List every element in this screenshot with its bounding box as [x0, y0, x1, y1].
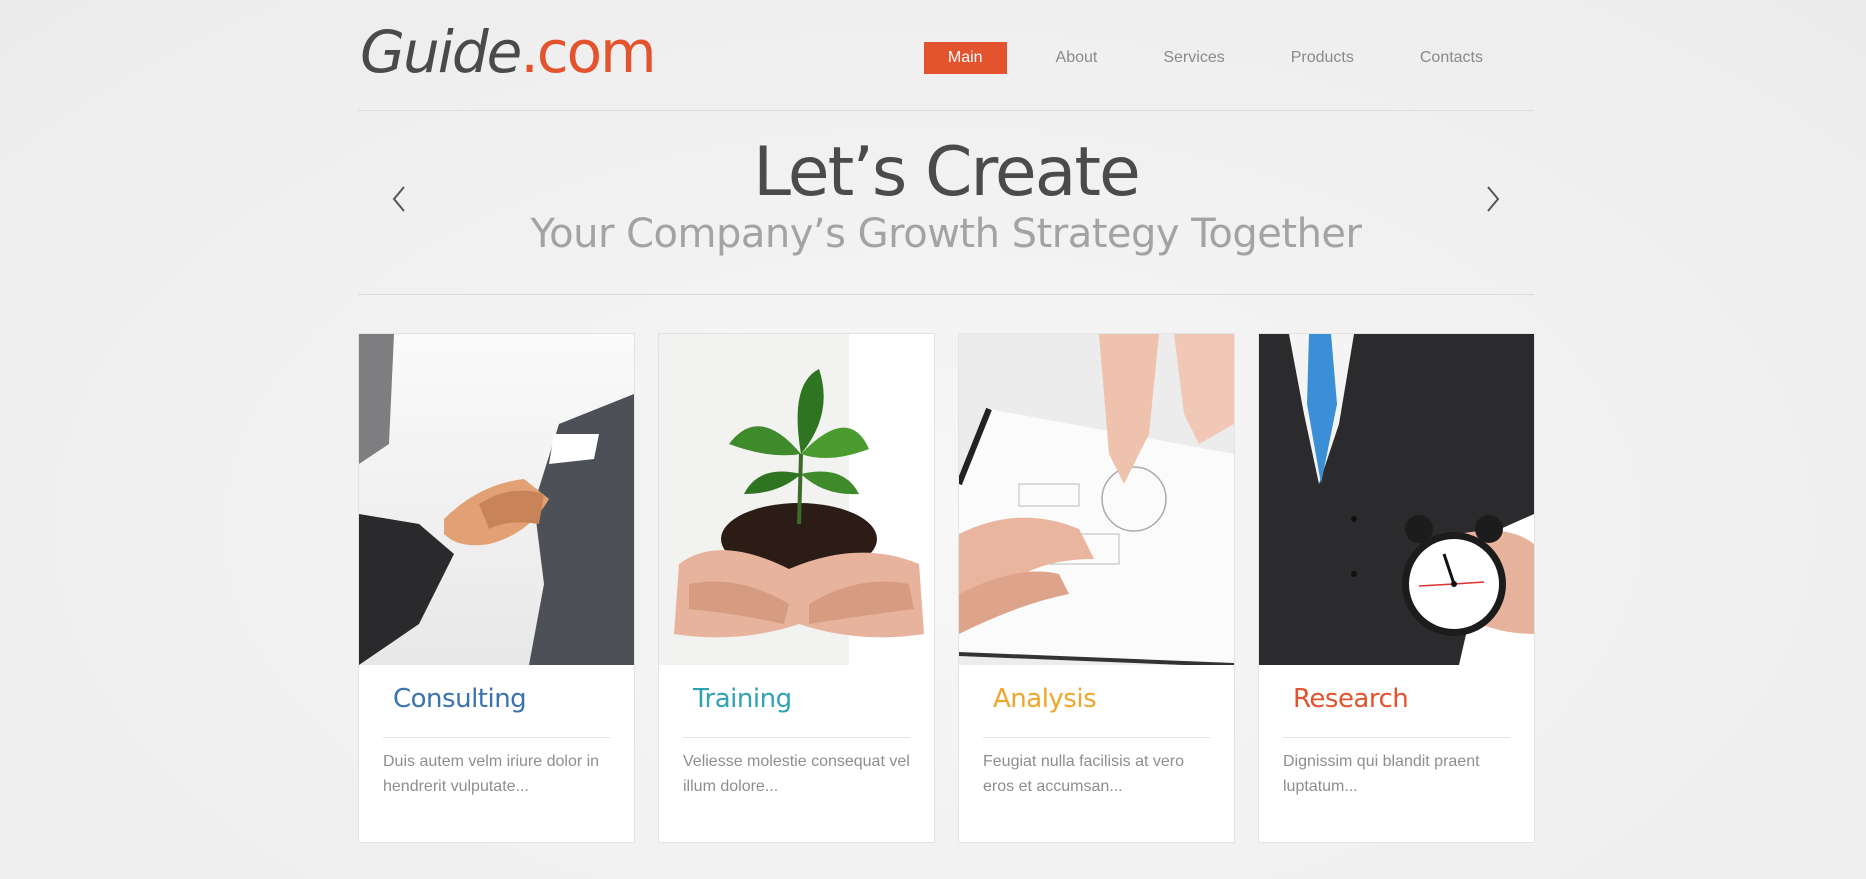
- nav-item-products[interactable]: Products: [1258, 42, 1387, 74]
- logo[interactable]: Guide.com: [360, 14, 657, 90]
- card-divider: [383, 737, 610, 738]
- handshake-image: [359, 334, 634, 665]
- card-title: Consulting: [393, 684, 527, 714]
- chevron-right-icon: [1487, 186, 1500, 212]
- nav-item-services[interactable]: Services: [1130, 42, 1257, 74]
- card-divider: [683, 737, 910, 738]
- nav-item-main[interactable]: Main: [923, 42, 1007, 74]
- slide-title: Let’s Create: [753, 133, 1141, 212]
- card-text: Veliesse molestie consequat vel illum do…: [683, 753, 910, 795]
- card-consulting[interactable]: Consulting Duis autem velm iriure dolor …: [358, 333, 635, 843]
- card-training[interactable]: Training Veliesse molestie consequat vel…: [658, 333, 935, 843]
- slide-subtitle: Your Company’s Growth Strategy Together: [530, 211, 1362, 257]
- logo-part2: .com: [520, 18, 656, 86]
- hero-slider: Let’s Create Your Company’s Growth Strat…: [358, 111, 1534, 295]
- card-research[interactable]: Research Dignissim qui blandit praent lu…: [1258, 333, 1535, 843]
- service-cards: Consulting Duis autem velm iriure dolor …: [358, 333, 1536, 843]
- card-text: Feugiat nulla facilisis at vero eros et …: [983, 753, 1184, 795]
- main-nav: Main About Services Products Contacts: [923, 42, 1516, 74]
- card-title: Training: [693, 684, 792, 714]
- card-title: Research: [1293, 684, 1409, 714]
- logo-part1: Guide: [360, 18, 522, 86]
- card-analysis[interactable]: Analysis Feugiat nulla facilisis at vero…: [958, 333, 1235, 843]
- businessman-clock-image: [1259, 334, 1534, 665]
- plant-image: [659, 334, 934, 665]
- card-divider: [1283, 737, 1510, 738]
- nav-item-about[interactable]: About: [1023, 42, 1131, 74]
- documents-image: [959, 334, 1234, 665]
- card-title: Analysis: [993, 684, 1097, 714]
- card-text: Duis autem velm iriure dolor in hendreri…: [383, 753, 600, 795]
- card-text: Dignissim qui blandit praent luptatum...: [1283, 753, 1480, 795]
- card-divider: [983, 737, 1210, 738]
- slider-next-button[interactable]: [1480, 183, 1504, 215]
- header: Guide.com Main About Services Products C…: [358, 0, 1534, 111]
- page-wrapper: Guide.com Main About Services Products C…: [358, 0, 1536, 879]
- nav-item-contacts[interactable]: Contacts: [1387, 42, 1516, 74]
